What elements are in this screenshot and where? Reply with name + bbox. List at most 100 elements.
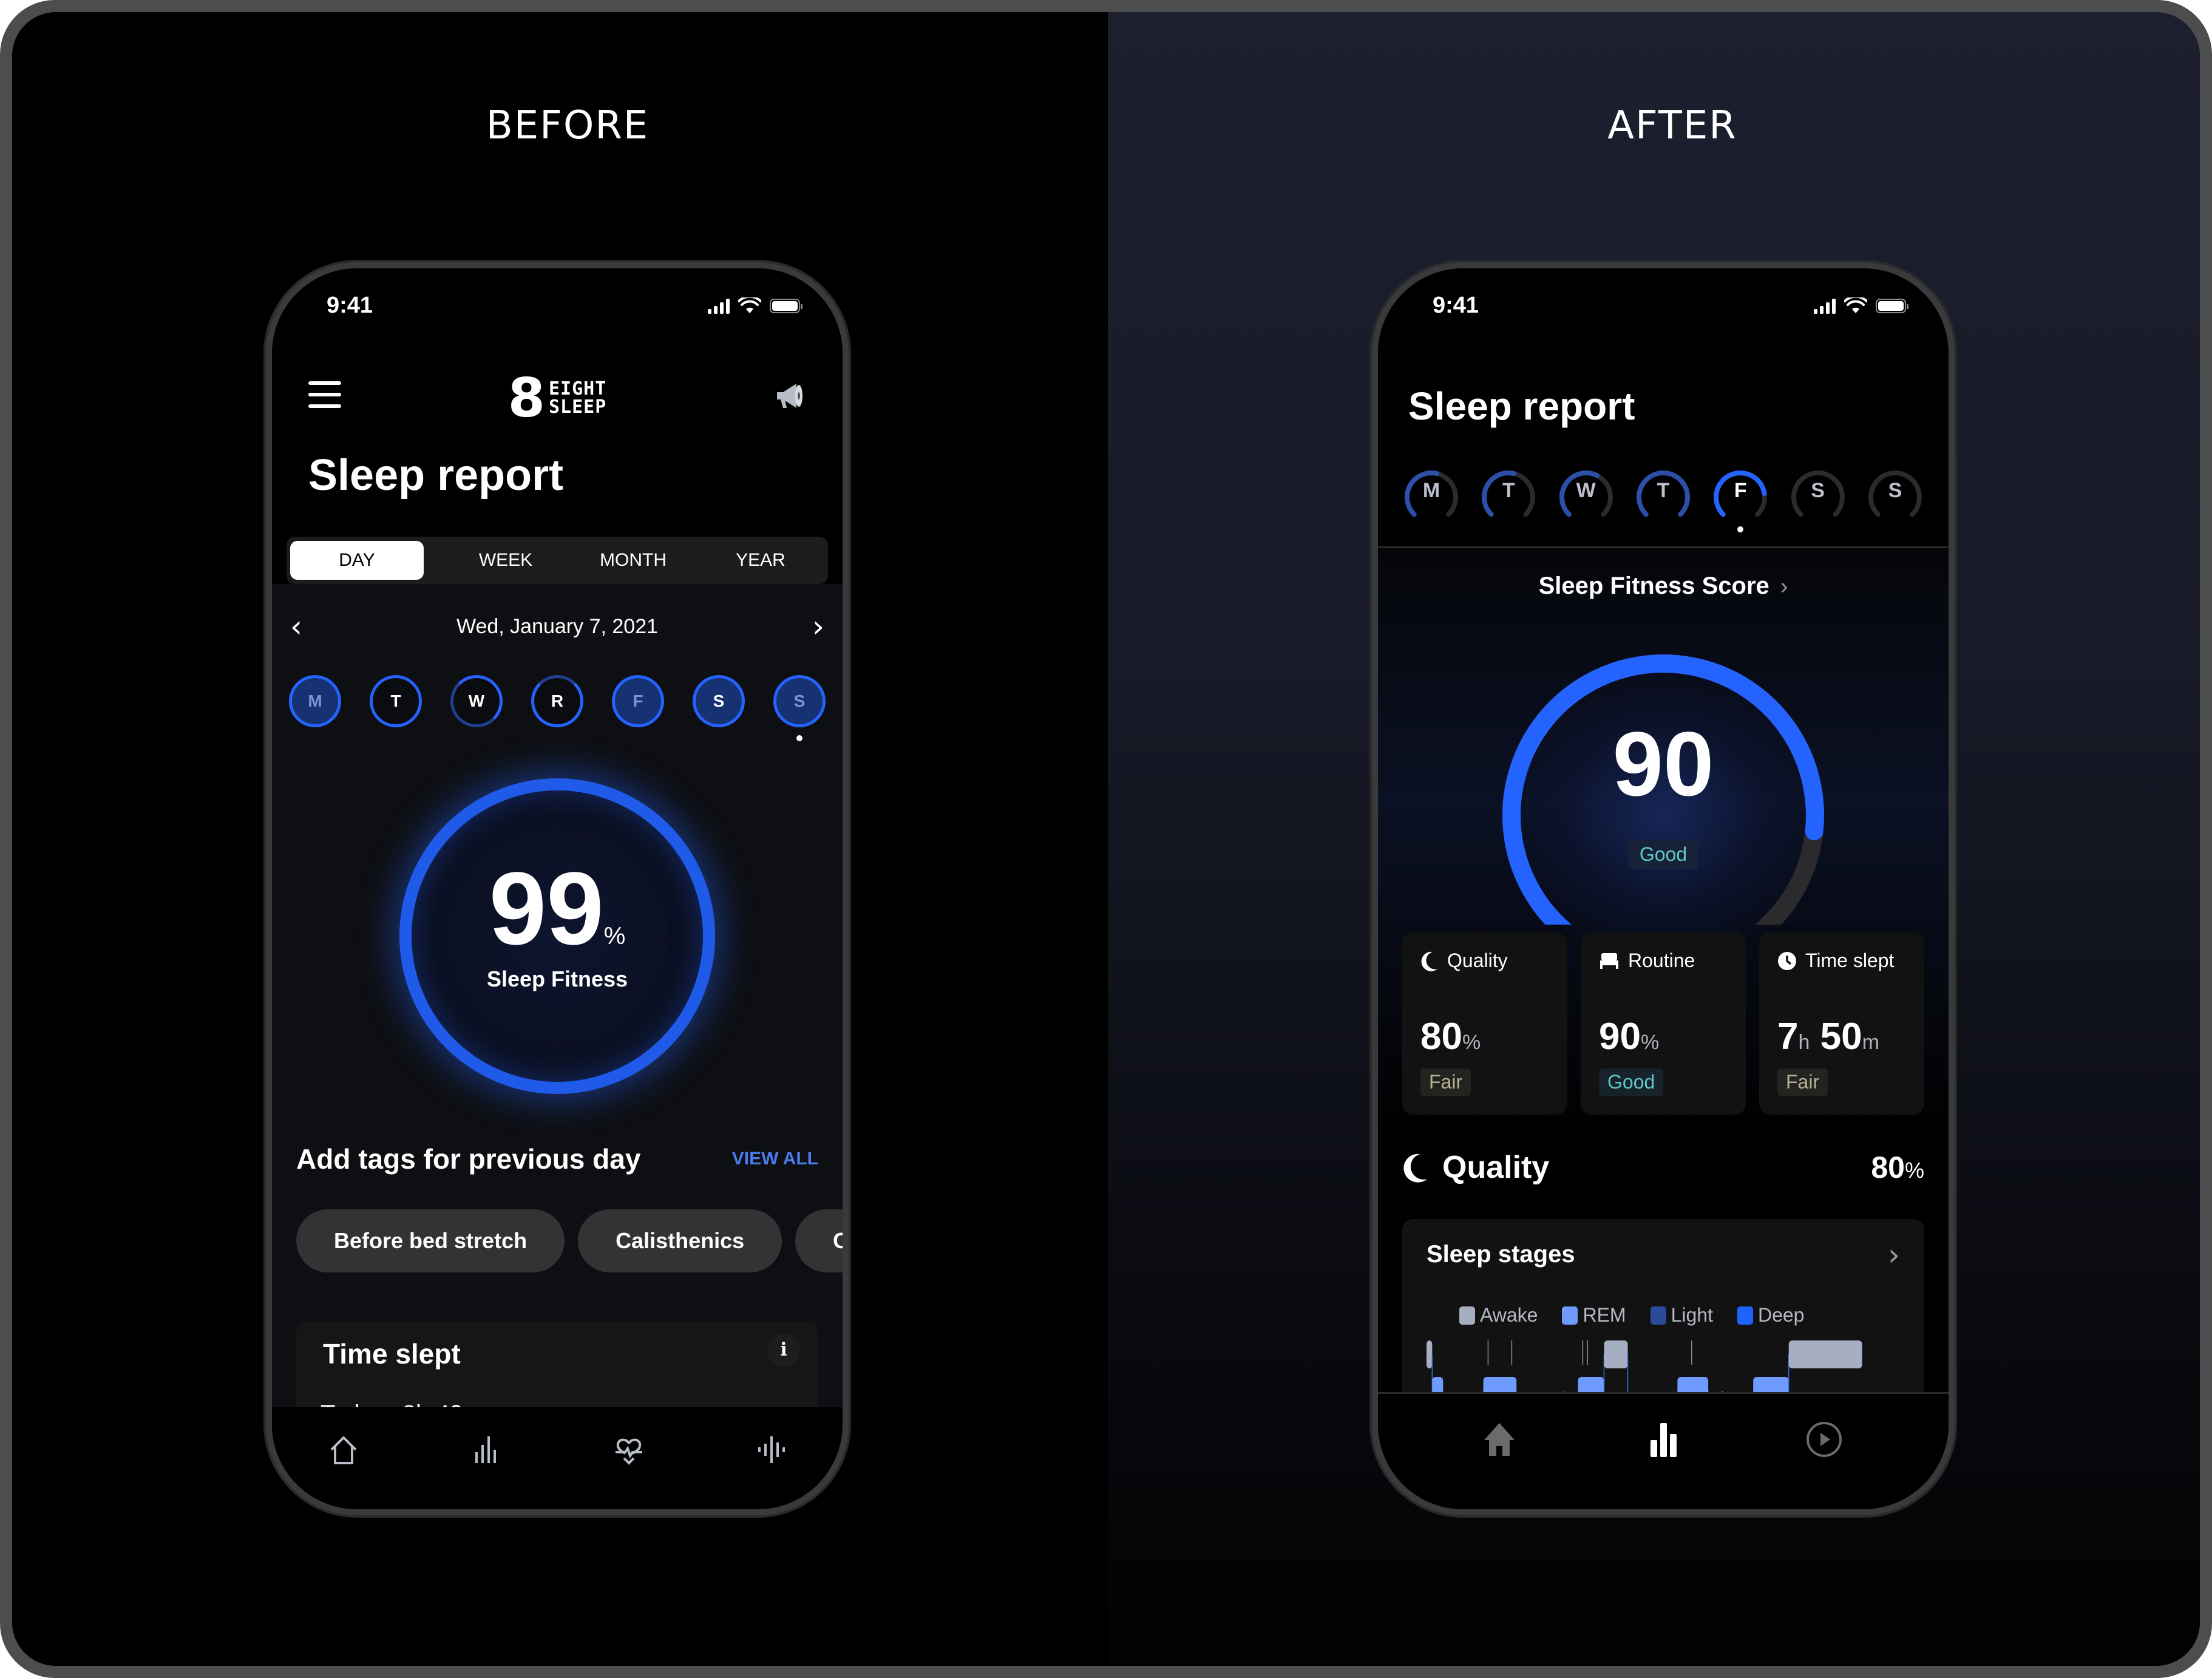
play-circle-icon[interactable]: [1803, 1418, 1845, 1461]
bottom-tab-bar: [272, 1407, 843, 1509]
before-content: ‹ Wed, January 7, 2021 › M T W R F S S 9…: [272, 584, 843, 1504]
tags-title: Add tags for previous day: [296, 1143, 641, 1175]
sleep-fitness-score: 90: [1612, 713, 1714, 815]
stage-segment-awake: [1604, 1340, 1628, 1368]
status-time: 9:41: [327, 293, 373, 318]
time-slept-title: Time slept: [323, 1338, 461, 1370]
tag-chip[interactable]: Calisthenics: [578, 1209, 782, 1272]
day-thursday[interactable]: R: [531, 675, 583, 727]
chevron-right-icon[interactable]: ›: [812, 611, 824, 642]
info-icon[interactable]: i: [767, 1334, 800, 1367]
quality-card[interactable]: Quality 80% Fair: [1402, 932, 1567, 1115]
time-slept-card[interactable]: Time slept 7h 50m Fair: [1759, 932, 1924, 1115]
day-saturday[interactable]: S: [693, 675, 745, 727]
heart-pulse-icon[interactable]: [611, 1432, 647, 1468]
quality-percent: 80%: [1871, 1150, 1924, 1184]
day-monday[interactable]: M: [289, 675, 341, 727]
tab-year[interactable]: YEAR: [697, 541, 824, 580]
day-label: M: [1422, 479, 1440, 502]
day-sunday[interactable]: S: [773, 675, 826, 741]
bed-icon: [1600, 953, 1618, 969]
date-navigator: ‹ Wed, January 7, 2021 ›: [290, 608, 824, 645]
legend-rem: REM: [1562, 1304, 1626, 1326]
day-wednesday[interactable]: W: [1557, 466, 1615, 524]
before-phone: 9:41 8 EIGHTSLEEP Sleep report DAY WEEK: [266, 262, 849, 1515]
sound-wave-icon[interactable]: [753, 1432, 790, 1468]
legend-awake: Awake: [1459, 1304, 1538, 1326]
after-content: Sleep Fitness Score › 90 Good Quality 80%…: [1378, 548, 1949, 1462]
day-friday[interactable]: F: [612, 675, 664, 727]
stage-segment-awake: [1427, 1340, 1433, 1368]
day-friday[interactable]: F: [1711, 466, 1769, 532]
day-label: F: [1734, 479, 1747, 502]
day-label: S: [1888, 479, 1902, 502]
day-tuesday[interactable]: T: [1479, 466, 1538, 524]
view-all-link[interactable]: VIEW ALL: [732, 1149, 818, 1169]
tab-day[interactable]: DAY: [290, 541, 424, 580]
quality-value: 80%: [1420, 1016, 1481, 1058]
home-filled-icon[interactable]: [1478, 1418, 1521, 1461]
before-screen: 9:41 8 EIGHTSLEEP Sleep report DAY WEEK: [272, 268, 843, 1509]
sleep-fitness-gauge[interactable]: 90 Good: [1481, 633, 1845, 967]
period-segmented-control: DAY WEEK MONTH YEAR: [287, 537, 828, 584]
quality-rating-badge: Fair: [1420, 1068, 1471, 1096]
wifi-icon: [738, 297, 761, 313]
time-slept-value: 7h 50m: [1777, 1016, 1879, 1058]
home-outline-icon[interactable]: [325, 1432, 362, 1468]
hamburger-menu-icon[interactable]: [308, 381, 341, 408]
sleep-fitness-label: Sleep Fitness: [486, 966, 628, 991]
stage-segment-awake: [1788, 1340, 1862, 1368]
tag-chip[interactable]: Before bed stretch: [296, 1209, 565, 1272]
day-label: T: [1502, 479, 1515, 502]
after-phone: 9:41 Sleep report M T W T F S S Sleep Fitness …: [1372, 262, 1955, 1515]
rem-swatch: [1562, 1306, 1578, 1325]
day-sunday[interactable]: S: [1866, 466, 1924, 524]
status-bar: 9:41: [272, 293, 843, 329]
routine-card[interactable]: Routine 90% Good: [1581, 932, 1746, 1115]
page-title: Sleep report: [308, 451, 564, 500]
sleep-fitness-score-link[interactable]: Sleep Fitness Score ›: [1378, 572, 1949, 600]
page-title: Sleep report: [1408, 384, 1635, 428]
megaphone-icon[interactable]: [772, 378, 809, 414]
time-slept-rating-badge: Fair: [1777, 1068, 1828, 1096]
tag-chip[interactable]: Ca: [795, 1209, 843, 1272]
moon-icon: [1403, 1153, 1428, 1183]
day-label: T: [1657, 479, 1670, 502]
chevron-left-icon[interactable]: ‹: [290, 611, 302, 642]
week-day-selector: M T W R F S S: [289, 675, 826, 741]
day-saturday[interactable]: S: [1789, 466, 1847, 524]
tag-chips: Before bed stretch Calisthenics Ca: [296, 1209, 843, 1272]
moon-icon: [1421, 951, 1437, 971]
battery-icon: [1876, 299, 1908, 313]
bottom-tab-bar: [1378, 1392, 1949, 1509]
metric-cards: Quality 80% Fair Routine 90% Good Time s…: [1402, 932, 1924, 1115]
bar-chart-icon[interactable]: [468, 1432, 504, 1468]
after-screen: 9:41 Sleep report M T W T F S S Sleep Fitness …: [1378, 268, 1949, 1509]
day-tuesday[interactable]: T: [370, 675, 422, 727]
chevron-right-icon[interactable]: ›: [1888, 1237, 1900, 1272]
sleep-fitness-score: 99%: [489, 851, 626, 966]
tab-week[interactable]: WEEK: [442, 541, 569, 580]
day-wednesday[interactable]: W: [450, 675, 503, 727]
bar-chart-icon[interactable]: [1642, 1418, 1684, 1461]
after-label: AFTER: [1607, 103, 1737, 148]
selected-day-indicator: [796, 735, 802, 741]
routine-value: 90%: [1599, 1016, 1660, 1058]
light-swatch: [1650, 1306, 1666, 1325]
chevron-right-icon: ›: [1780, 574, 1788, 599]
sleep-fitness-ring[interactable]: 99% Sleep Fitness: [387, 766, 727, 1106]
day-label: S: [1811, 479, 1825, 502]
selected-day-indicator: [1737, 526, 1744, 532]
sleep-stages-title: Sleep stages: [1427, 1241, 1575, 1268]
comparison-canvas: BEFORE AFTER 9:41 8 EIGHT SLEEP Sleep re…: [12, 12, 2200, 1666]
status-time: 9:41: [1433, 293, 1479, 318]
before-label: BEFORE: [486, 103, 650, 148]
cellular-signal-icon: [1814, 298, 1836, 314]
legend-light: Light: [1650, 1304, 1713, 1326]
cellular-signal-icon: [708, 298, 730, 314]
day-monday[interactable]: M: [1402, 466, 1461, 524]
tab-month[interactable]: MONTH: [569, 541, 697, 580]
awake-swatch: [1459, 1306, 1475, 1325]
deep-swatch: [1737, 1306, 1753, 1325]
day-thursday[interactable]: T: [1634, 466, 1692, 524]
